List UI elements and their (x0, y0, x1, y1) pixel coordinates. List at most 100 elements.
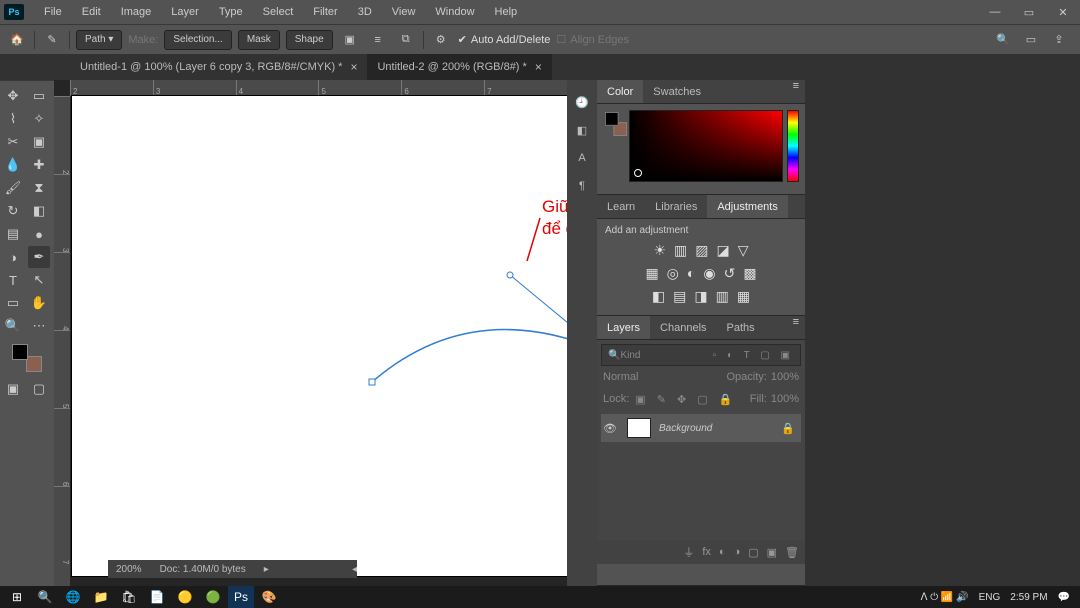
swatches-tab[interactable]: Swatches (643, 80, 711, 103)
photo-filter-icon[interactable]: ◉ (703, 265, 715, 282)
edge-icon[interactable]: 🌐 (60, 586, 86, 608)
stamp-tool[interactable]: ⧗ (28, 177, 50, 199)
exposure-icon[interactable]: ◪ (717, 242, 730, 259)
libraries-tab[interactable]: Libraries (645, 195, 707, 218)
color-tab[interactable]: Color (597, 80, 643, 103)
fill-value[interactable]: 100% (771, 393, 799, 405)
learn-tab[interactable]: Learn (597, 195, 645, 218)
selective-color-icon[interactable]: ▦ (737, 288, 750, 305)
history-panel-icon[interactable]: 🕘 (567, 88, 597, 116)
clock[interactable]: 2:59 PM (1010, 592, 1047, 603)
path-align-icon[interactable]: ≡ (367, 29, 389, 51)
history-brush-tool[interactable]: ↻ (2, 200, 24, 222)
layer-thumbnail[interactable] (627, 418, 651, 438)
menu-filter[interactable]: Filter (303, 0, 347, 24)
zoom-tool[interactable]: 🔍 (2, 315, 24, 337)
gradient-tool[interactable]: ▤ (2, 223, 24, 245)
menu-edit[interactable]: Edit (72, 0, 111, 24)
lock-icon[interactable]: 🔒 (781, 422, 795, 435)
menu-layer[interactable]: Layer (161, 0, 209, 24)
panel-menu-icon[interactable]: ≡ (787, 316, 805, 339)
app3-icon[interactable]: 🎨 (256, 586, 282, 608)
color-lookup-icon[interactable]: ▩ (743, 265, 756, 282)
opacity-value[interactable]: 100% (771, 371, 799, 383)
marquee-tool[interactable]: ▭ (28, 85, 50, 107)
vibrance-icon[interactable]: ▽ (738, 242, 749, 259)
path-mode-dropdown[interactable]: Path ▾ (76, 30, 122, 50)
hue-icon[interactable]: ▦ (645, 265, 658, 282)
quick-mask-toggle[interactable]: ▣ (2, 378, 24, 400)
app2-icon[interactable]: 🟢 (200, 586, 226, 608)
share-icon[interactable]: ⇪ (1050, 31, 1068, 49)
link-icon[interactable]: ⏚ (683, 544, 694, 560)
text-tool[interactable]: T (2, 269, 24, 291)
layers-tab[interactable]: Layers (597, 316, 650, 339)
photoshop-taskbar-icon[interactable]: Ps (228, 586, 254, 608)
channels-tab[interactable]: Channels (650, 316, 716, 339)
auto-add-delete-checkbox[interactable]: ✔ Auto Add/Delete (458, 33, 551, 46)
gear-icon[interactable]: ⚙ (430, 29, 452, 51)
paths-tab[interactable]: Paths (717, 316, 765, 339)
canvas[interactable]: Giữ Alt và nhấn điểm này để điều chỉnh đ… (72, 96, 567, 576)
close-icon[interactable]: × (535, 60, 542, 74)
make-shape-button[interactable]: Shape (286, 30, 333, 50)
threshold-icon[interactable]: ◨ (694, 288, 707, 305)
gradient-map-icon[interactable]: ▥ (716, 288, 729, 305)
properties-panel-icon[interactable]: ◧ (567, 116, 597, 144)
blur-tool[interactable]: ● (28, 223, 50, 245)
invert-icon[interactable]: ◧ (652, 288, 665, 305)
hue-slider[interactable] (787, 110, 799, 182)
home-icon[interactable]: 🏠 (6, 29, 28, 51)
close-button[interactable]: ✕ (1046, 0, 1080, 24)
start-button[interactable]: ⊞ (4, 586, 30, 608)
crop-tool[interactable]: ✂ (2, 131, 24, 153)
ruler-horizontal[interactable]: 234567 (70, 80, 567, 96)
frame-tool[interactable]: ▣ (28, 131, 50, 153)
align-edges-checkbox[interactable]: ☐ Align Edges (556, 33, 629, 46)
trash-icon[interactable]: 🗑 (785, 546, 799, 559)
lock-icons[interactable]: ▣ ✎ ✥ ▢ 🔒 (635, 393, 736, 406)
path-ops-icon[interactable]: ▣ (339, 29, 361, 51)
menu-image[interactable]: Image (111, 0, 162, 24)
chrome-icon[interactable]: 🟡 (172, 586, 198, 608)
bw-icon[interactable]: ◐ (687, 265, 695, 282)
adjustments-tab[interactable]: Adjustments (707, 195, 788, 218)
screen-mode-toggle[interactable]: ▢ (28, 378, 50, 400)
doc-info[interactable]: Doc: 1.40M/0 bytes (160, 564, 246, 575)
magic-wand-tool[interactable]: ✧ (28, 108, 50, 130)
menu-select[interactable]: Select (253, 0, 304, 24)
eraser-tool[interactable]: ◧ (28, 200, 50, 222)
menu-3d[interactable]: 3D (348, 0, 382, 24)
visibility-icon[interactable]: 👁 (601, 422, 619, 435)
explorer-icon[interactable]: 📁 (88, 586, 114, 608)
path-select-tool[interactable]: ↖ (28, 269, 50, 291)
lasso-tool[interactable]: ⌇ (2, 108, 24, 130)
layer-row[interactable]: 👁 Background 🔒 (601, 414, 801, 442)
color-ramp[interactable] (629, 110, 783, 182)
notifications-icon[interactable]: 💬 (1058, 592, 1070, 603)
filter-kind-dropdown[interactable]: 🔍 Kind ▫ ◐ T ▢ ▣ (601, 344, 801, 366)
mask-icon[interactable]: ◐ (719, 546, 726, 558)
document-tab-2[interactable]: Untitled-2 @ 200% (RGB/8#) * × (367, 54, 551, 80)
shape-tool[interactable]: ▭ (2, 292, 24, 314)
make-selection-button[interactable]: Selection... (164, 30, 231, 50)
levels-icon[interactable]: ▥ (674, 242, 687, 259)
search-icon[interactable]: 🔍 (994, 31, 1012, 49)
hand-tool[interactable]: ✋ (28, 292, 50, 314)
posterize-icon[interactable]: ▤ (673, 288, 686, 305)
menu-window[interactable]: Window (425, 0, 484, 24)
minimize-button[interactable]: — (978, 0, 1012, 24)
language-indicator[interactable]: ENG (979, 592, 1001, 603)
character-panel-icon[interactable]: A (567, 144, 597, 172)
edit-toolbar[interactable]: ⋯ (28, 315, 50, 337)
document-tab-1[interactable]: Untitled-1 @ 100% (Layer 6 copy 3, RGB/8… (70, 54, 367, 80)
menu-type[interactable]: Type (209, 0, 253, 24)
panel-menu-icon[interactable]: ≡ (787, 80, 805, 103)
tool-preset-icon[interactable]: ✎ (41, 29, 63, 51)
search-icon[interactable]: 🔍 (32, 586, 58, 608)
pen-tool[interactable]: ✒ (28, 246, 50, 268)
channel-mixer-icon[interactable]: ↺ (724, 265, 736, 282)
move-tool[interactable]: ✥ (2, 85, 24, 107)
close-icon[interactable]: × (350, 60, 357, 74)
workspace-icon[interactable]: ▭ (1022, 31, 1040, 49)
